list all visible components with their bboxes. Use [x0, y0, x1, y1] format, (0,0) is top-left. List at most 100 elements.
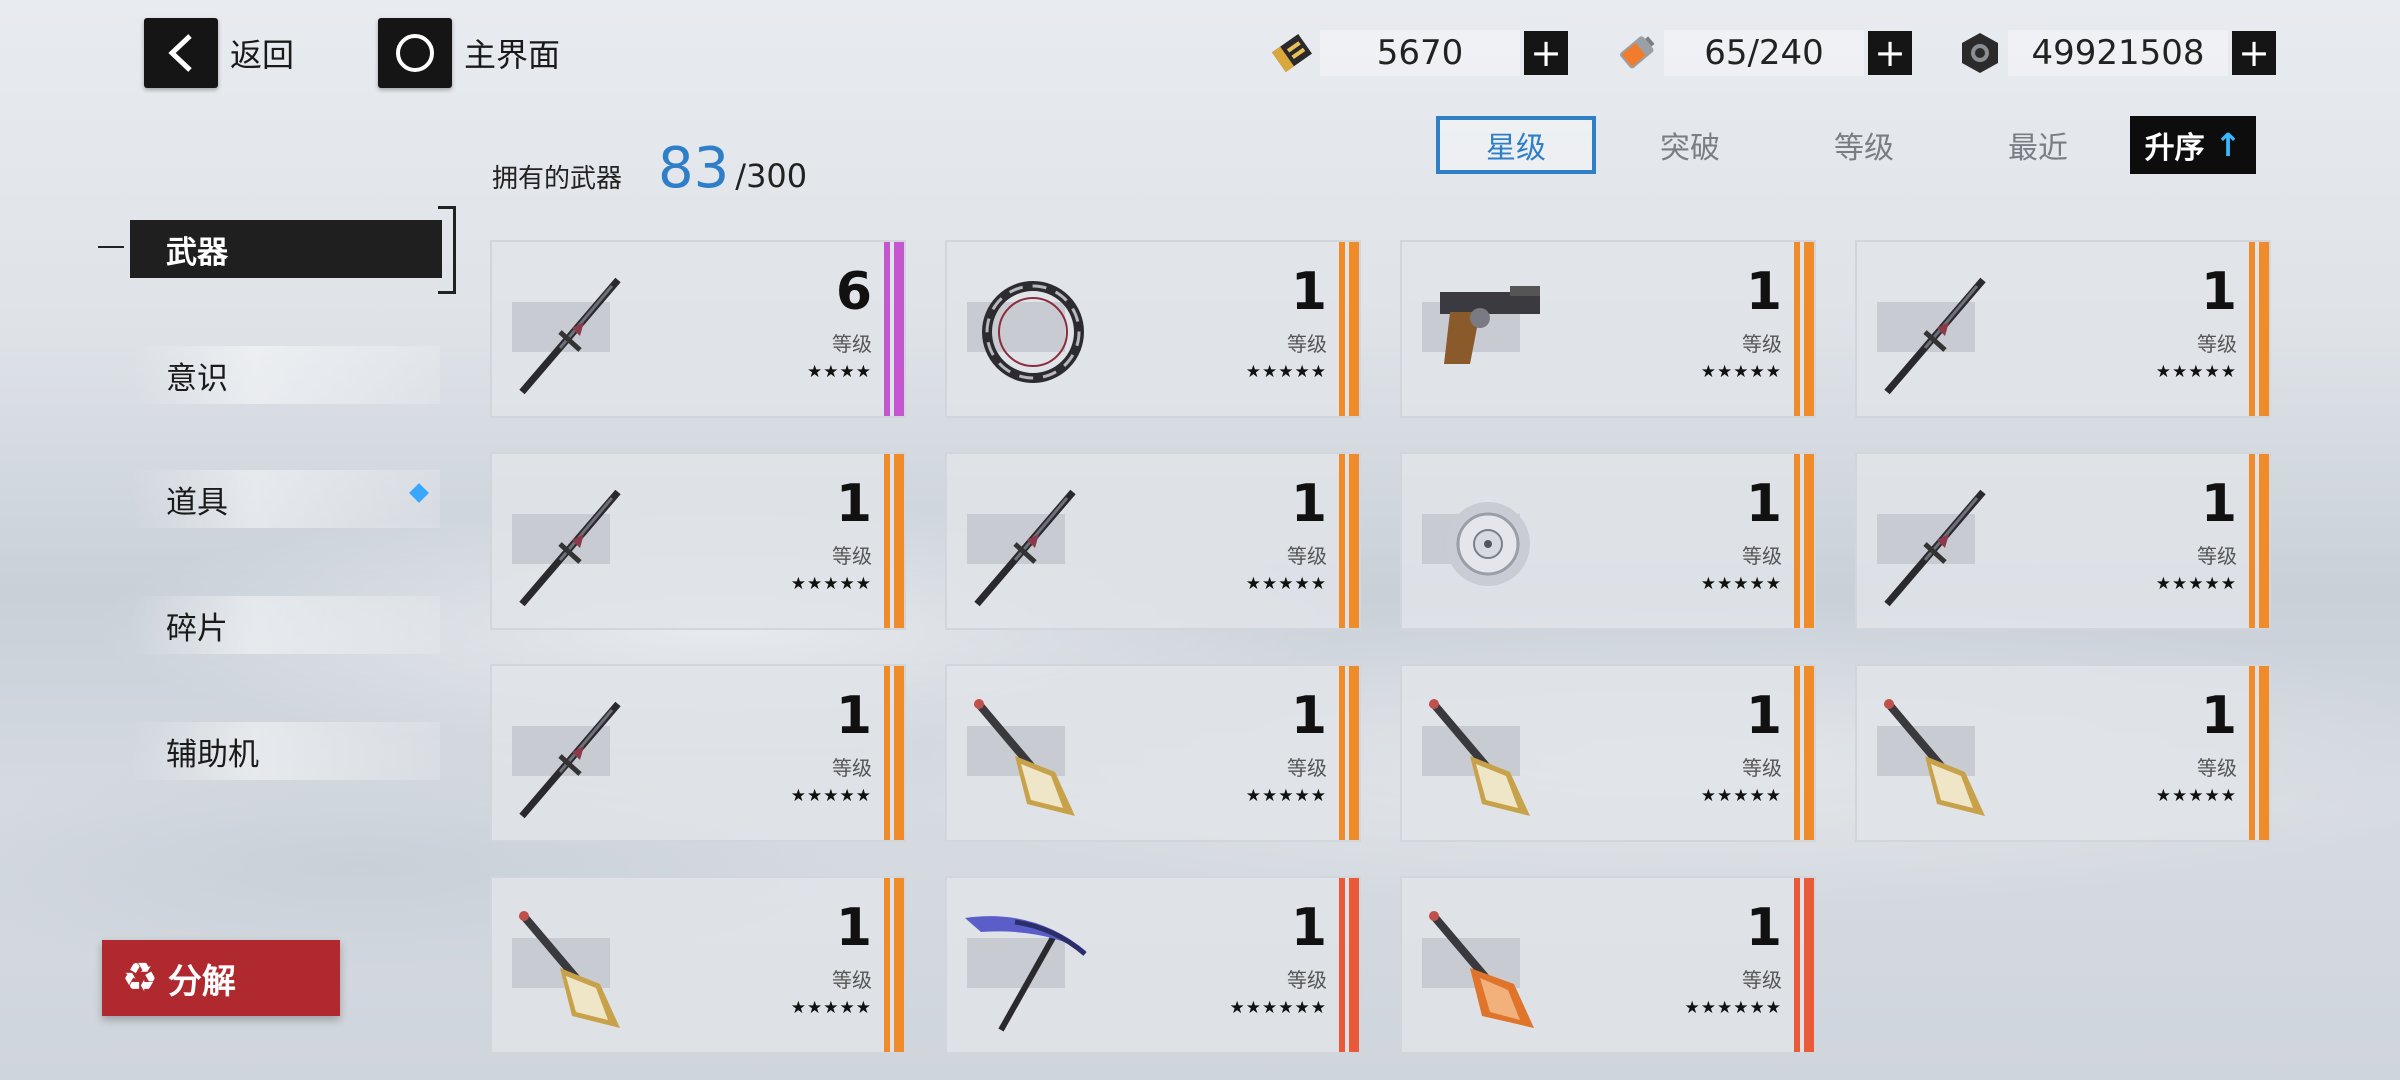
category-stigmata[interactable]: 意识	[130, 346, 440, 404]
weapon-level-label: 等级	[832, 544, 872, 568]
weapon-stars: ★★★★★★	[1229, 998, 1327, 1018]
weapon-card[interactable]: 1 等级 ★★★★★	[490, 876, 906, 1054]
weapon-stars: ★★★★★	[2155, 362, 2237, 382]
weapon-flower-icon	[1410, 464, 1560, 622]
rarity-stripe	[880, 666, 904, 840]
weapon-level-label: 等级	[2197, 332, 2237, 356]
owned-label: 拥有的武器	[492, 164, 623, 194]
weapon-scythe-icon	[955, 888, 1105, 1046]
home-label: 主界面	[464, 36, 561, 74]
weapon-stars: ★★★★★	[2155, 786, 2237, 806]
weapon-level-label: 等级	[832, 332, 872, 356]
rarity-stripe	[1790, 242, 1814, 416]
weapon-stars: ★★★★★	[1700, 786, 1782, 806]
weapon-card[interactable]: 1 等级 ★★★★★	[945, 664, 1361, 842]
weapon-level-label: 等级	[1742, 332, 1782, 356]
weapon-card[interactable]: 1 等级 ★★★★★★	[1400, 876, 1816, 1054]
weapon-level-label: 等级	[1742, 756, 1782, 780]
weapon-level: 1	[1745, 686, 1782, 746]
weapon-sword-icon	[1865, 252, 2015, 410]
owned-max: /300	[735, 157, 808, 195]
category-weapon[interactable]: 武器	[130, 220, 442, 278]
rarity-stripe	[1335, 878, 1359, 1052]
weapon-card[interactable]: 6 等级 ★★★★	[490, 240, 906, 418]
add-stamina-button[interactable]: +	[1868, 31, 1912, 75]
weapon-level-label: 等级	[1287, 968, 1327, 992]
owned-count: 83	[658, 136, 730, 201]
weapon-card[interactable]: 1 等级 ★★★★★	[1400, 240, 1816, 418]
weapon-cannon-orange-icon	[1410, 888, 1560, 1046]
dismantle-button[interactable]: ♻ 分解	[102, 940, 340, 1016]
weapon-stars: ★★★★★	[1245, 574, 1327, 594]
sort-tab-rarity[interactable]: 星级	[1436, 116, 1596, 174]
weapon-card[interactable]: 1 等级 ★★★★★	[1400, 452, 1816, 630]
weapon-level: 1	[835, 898, 872, 958]
weapon-level: 1	[1745, 474, 1782, 534]
weapon-level: 1	[2200, 474, 2237, 534]
owned-weapons-counter: 拥有的武器 83 /300	[492, 136, 807, 201]
weapon-level: 1	[2200, 686, 2237, 746]
weapon-level: 1	[1290, 898, 1327, 958]
weapon-level: 1	[1290, 474, 1327, 534]
back-label: 返回	[230, 36, 295, 74]
weapon-card[interactable]: 1 等级 ★★★★★★	[945, 876, 1361, 1054]
rarity-stripe	[1790, 454, 1814, 628]
weapon-card[interactable]: 1 等级 ★★★★★	[1400, 664, 1816, 842]
weapon-card[interactable]: 1 等级 ★★★★★	[490, 664, 906, 842]
weapon-level: 1	[1290, 686, 1327, 746]
weapon-card[interactable]: 1 等级 ★★★★★	[1855, 240, 2271, 418]
weapon-stars: ★★★★★	[790, 786, 872, 806]
weapon-level-label: 等级	[832, 756, 872, 780]
weapon-card[interactable]: 1 等级 ★★★★★	[1855, 452, 2271, 630]
recycle-icon: ♻	[122, 955, 158, 1001]
weapon-level: 1	[2200, 262, 2237, 322]
category-items[interactable]: 道具	[130, 470, 440, 528]
sort-tab-level[interactable]: 等级	[1784, 116, 1944, 174]
sort-tab-breakthrough[interactable]: 突破	[1610, 116, 1770, 174]
weapon-cannon-icon	[500, 888, 650, 1046]
weapon-sword-icon	[500, 252, 650, 410]
weapon-stars: ★★★★★	[790, 998, 872, 1018]
rarity-stripe	[1790, 666, 1814, 840]
weapon-stars: ★★★★★	[2155, 574, 2237, 594]
home-button[interactable]: 主界面	[378, 18, 560, 88]
sort-order-button[interactable]: 升序 ↑	[2130, 116, 2256, 174]
weapon-card[interactable]: 1 等级 ★★★★★	[490, 452, 906, 630]
weapon-level-label: 等级	[2197, 756, 2237, 780]
weapon-card[interactable]: 1 等级 ★★★★★	[945, 240, 1361, 418]
home-circle-icon	[378, 18, 452, 88]
weapon-stars: ★★★★★	[1700, 362, 1782, 382]
weapon-pistol-icon	[1410, 252, 1560, 410]
rarity-stripe	[880, 878, 904, 1052]
weapon-level-label: 等级	[1287, 756, 1327, 780]
category-fragments[interactable]: 碎片	[130, 596, 440, 654]
rarity-stripe	[1790, 878, 1814, 1052]
active-indicator	[98, 246, 124, 248]
weapon-sword-icon	[1865, 464, 2015, 622]
add-crystal-button[interactable]: +	[1524, 31, 1568, 75]
weapon-sword-icon	[500, 676, 650, 834]
add-coin-button[interactable]: +	[2232, 31, 2276, 75]
back-button[interactable]: 返回	[144, 18, 294, 88]
category-support-units[interactable]: 辅助机	[130, 722, 440, 780]
rarity-stripe	[1335, 666, 1359, 840]
weapon-stars: ★★★★★	[1245, 786, 1327, 806]
currency-amount: 5670	[1320, 30, 1520, 76]
weapon-sword-icon	[500, 464, 650, 622]
back-arrow-icon	[144, 18, 218, 88]
weapon-level-label: 等级	[1287, 332, 1327, 356]
currency-coin: 49921508 +	[1952, 26, 2276, 80]
rarity-stripe	[880, 454, 904, 628]
weapon-card[interactable]: 1 等级 ★★★★★	[945, 452, 1361, 630]
arrow-up-icon: ↑	[2214, 126, 2242, 164]
currency-crystal: 5670 +	[1264, 26, 1568, 80]
weapon-card[interactable]: 1 等级 ★★★★★	[1855, 664, 2271, 842]
hex-nut-icon	[1952, 25, 2008, 81]
active-bracket	[438, 206, 456, 294]
weapon-stars: ★★★★★★	[1684, 998, 1782, 1018]
weapon-level: 1	[1745, 262, 1782, 322]
sort-tab-recent[interactable]: 最近	[1958, 116, 2118, 174]
weapon-level: 1	[1290, 262, 1327, 322]
dismantle-label: 分解	[167, 961, 236, 1002]
weapon-level-label: 等级	[1287, 544, 1327, 568]
